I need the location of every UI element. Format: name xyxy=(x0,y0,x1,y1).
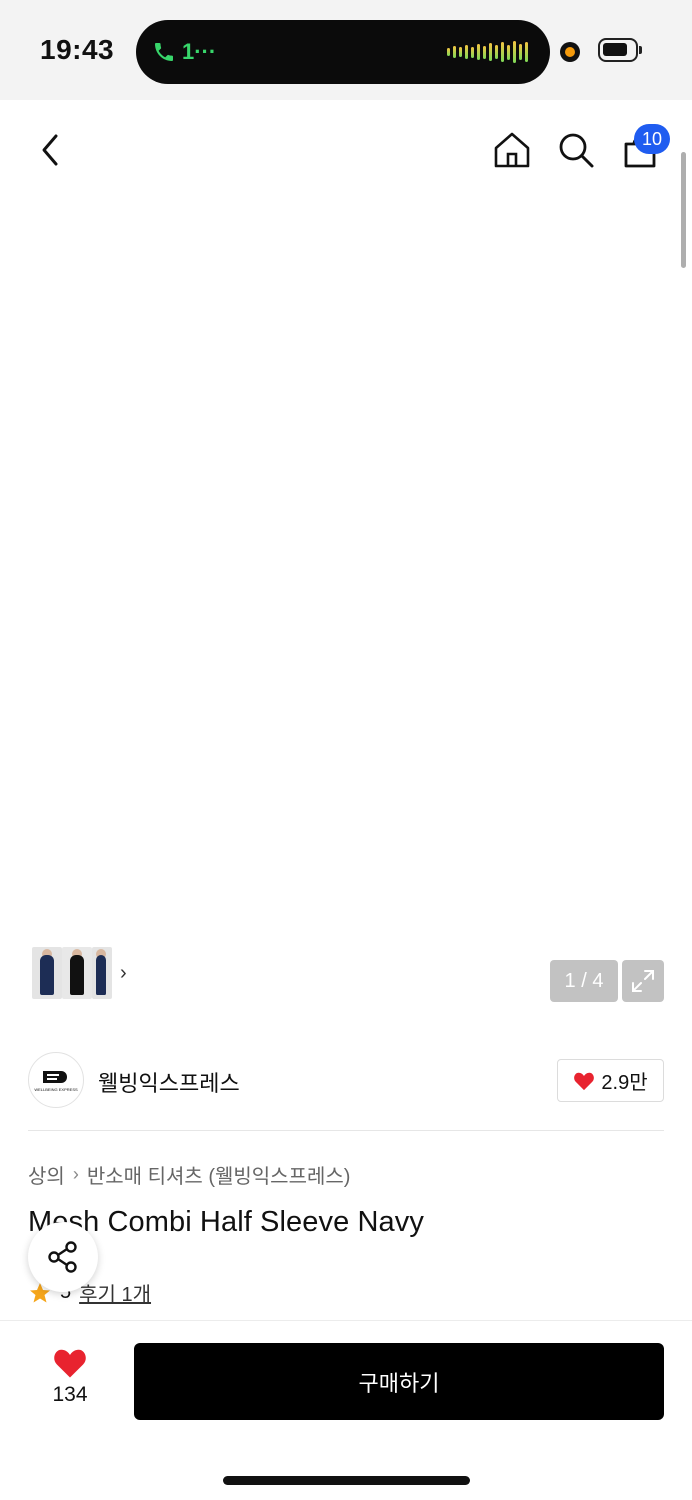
divider xyxy=(28,1130,664,1131)
audio-wave-icon xyxy=(447,40,528,64)
brand-like-button[interactable]: 2.9만 xyxy=(557,1059,664,1102)
breadcrumb-item-subcategory[interactable]: 반소매 티셔츠 (웰빙익스프레스) xyxy=(87,1160,351,1189)
back-button[interactable] xyxy=(30,128,70,172)
product-image[interactable]: WBE xyxy=(0,100,692,1030)
brand-like-count: 2.9만 xyxy=(601,1072,648,1094)
breadcrumb-separator-icon: › xyxy=(72,1164,79,1184)
breadcrumb-item-category[interactable]: 상의 xyxy=(28,1160,65,1189)
model-photo: WBE xyxy=(176,219,528,1030)
status-time: 19:43 xyxy=(40,34,115,65)
expand-button[interactable] xyxy=(622,960,664,1002)
wishlist-count: 134 xyxy=(52,1383,88,1406)
heart-icon xyxy=(54,1349,86,1378)
dynamic-island[interactable]: 1··· xyxy=(136,20,550,84)
home-indicator[interactable] xyxy=(223,1476,470,1485)
battery-icon xyxy=(598,38,642,62)
buy-button[interactable]: 구매하기 xyxy=(134,1343,664,1420)
search-button[interactable] xyxy=(552,126,600,174)
brand-logo-caption: WELLBEING EXPRESS xyxy=(34,1086,78,1092)
top-navigation xyxy=(0,100,692,200)
bottom-action-bar: 134 구매하기 xyxy=(0,1320,692,1500)
heart-icon xyxy=(574,1072,595,1090)
brand-row[interactable]: WELLBEING EXPRESS 웰빙익스프레스 2.9만 xyxy=(0,1030,692,1130)
privacy-indicator xyxy=(560,42,580,62)
call-label: 1··· xyxy=(182,39,217,64)
home-icon xyxy=(494,132,530,168)
brand-logo-mark xyxy=(43,1070,67,1083)
svg-text:WBE: WBE xyxy=(375,498,413,515)
brand-name[interactable]: 웰빙익스프레스 xyxy=(98,1066,240,1098)
image-counter: 1 / 4 xyxy=(550,960,618,1002)
thumbnail-next-icon: › xyxy=(120,961,127,984)
thumbnail-image[interactable] xyxy=(92,947,112,999)
expand-icon xyxy=(632,970,654,992)
thumbnail-image[interactable] xyxy=(32,947,62,999)
phone-icon xyxy=(155,43,173,61)
status-bar: 19:43 1··· xyxy=(0,0,692,100)
call-indicator[interactable]: 1··· xyxy=(152,36,216,68)
share-icon xyxy=(48,1241,77,1273)
wishlist-button[interactable]: 134 xyxy=(40,1347,100,1417)
share-button[interactable] xyxy=(28,1222,98,1292)
search-icon xyxy=(559,133,594,168)
breadcrumb: 상의 › 반소매 티셔츠 (웰빙익스프레스) xyxy=(28,1160,350,1189)
back-icon xyxy=(42,134,58,166)
thumbnail-strip[interactable]: › xyxy=(28,943,145,1003)
home-button[interactable] xyxy=(488,126,536,174)
review-link[interactable]: 후기 1개 xyxy=(79,1278,151,1307)
cart-count-badge: 10 xyxy=(634,124,670,154)
thumbnail-image[interactable] xyxy=(62,947,92,999)
brand-logo[interactable]: WELLBEING EXPRESS xyxy=(28,1052,84,1108)
scrollbar[interactable] xyxy=(681,152,686,268)
